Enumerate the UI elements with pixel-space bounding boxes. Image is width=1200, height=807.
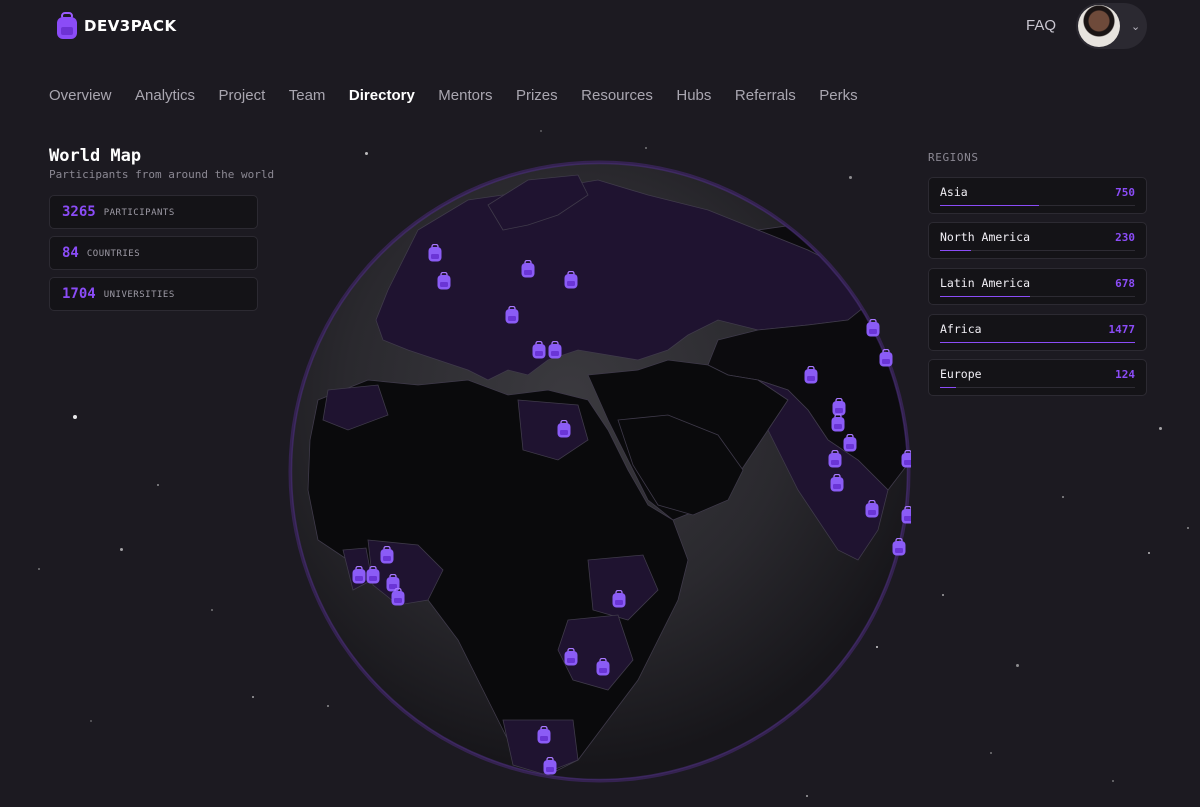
region-name: Europe <box>940 367 982 381</box>
stat-label: UNIVERSITIES <box>103 290 175 300</box>
faq-link[interactable]: FAQ <box>1026 17 1056 34</box>
nav-item-analytics[interactable]: Analytics <box>135 87 195 104</box>
backpack-icon <box>57 12 77 39</box>
region-name: Latin America <box>940 276 1031 290</box>
nav-item-mentors[interactable]: Mentors <box>438 87 492 104</box>
region-item-north-america[interactable]: North America 230 <box>928 222 1147 259</box>
region-progress-fill <box>940 205 1040 206</box>
region-item-asia[interactable]: Asia 750 <box>928 177 1147 214</box>
region-progress-track <box>940 342 1135 343</box>
world-globe[interactable] <box>288 160 911 783</box>
page-subtitle: Participants from around the world <box>49 168 275 181</box>
region-progress-fill <box>940 342 1135 343</box>
main-nav: Overview Analytics Project Team Director… <box>49 87 881 104</box>
region-progress-track <box>940 296 1135 297</box>
brand-name: DEV3PACK <box>84 17 177 35</box>
region-count: 750 <box>1115 186 1135 199</box>
region-progress-fill <box>940 250 972 251</box>
region-progress-track <box>940 250 1135 251</box>
stat-value: 84 <box>62 245 79 261</box>
region-name: Africa <box>940 322 982 336</box>
nav-item-prizes[interactable]: Prizes <box>516 87 558 104</box>
brand-logo[interactable]: DEV3PACK <box>56 12 177 40</box>
region-item-africa[interactable]: Africa 1477 <box>928 314 1147 351</box>
region-progress-track <box>940 205 1135 206</box>
stat-label: COUNTRIES <box>86 249 141 259</box>
stat-card-countries: 84 COUNTRIES <box>49 236 258 270</box>
stat-card-universities: 1704 UNIVERSITIES <box>49 277 258 311</box>
top-header: DEV3PACK FAQ ⌄ <box>0 0 1200 56</box>
nav-item-referrals[interactable]: Referrals <box>735 87 796 104</box>
region-item-europe[interactable]: Europe 124 <box>928 359 1147 396</box>
region-progress-track <box>940 387 1135 388</box>
page-title: World Map <box>49 146 142 166</box>
account-menu[interactable]: ⌄ <box>1076 3 1147 49</box>
stat-label: PARTICIPANTS <box>103 208 175 218</box>
nav-item-project[interactable]: Project <box>219 87 266 104</box>
region-name: Asia <box>940 185 968 199</box>
nav-item-directory[interactable]: Directory <box>349 87 415 104</box>
region-progress-fill <box>940 387 956 388</box>
chevron-down-icon[interactable]: ⌄ <box>1131 20 1140 33</box>
regions-heading: REGIONS <box>928 151 979 164</box>
region-count: 124 <box>1115 368 1135 381</box>
region-count: 230 <box>1115 231 1135 244</box>
nav-item-overview[interactable]: Overview <box>49 87 112 104</box>
nav-item-team[interactable]: Team <box>289 87 326 104</box>
avatar[interactable] <box>1078 5 1120 47</box>
region-item-latin-america[interactable]: Latin America 678 <box>928 268 1147 305</box>
nav-item-hubs[interactable]: Hubs <box>676 87 711 104</box>
region-progress-fill <box>940 296 1030 297</box>
stat-value: 3265 <box>62 204 96 220</box>
nav-item-resources[interactable]: Resources <box>581 87 653 104</box>
region-name: North America <box>940 230 1031 244</box>
stat-card-participants: 3265 PARTICIPANTS <box>49 195 258 229</box>
stat-value: 1704 <box>62 286 96 302</box>
nav-item-perks[interactable]: Perks <box>819 87 857 104</box>
region-count: 1477 <box>1108 323 1136 336</box>
region-count: 678 <box>1115 277 1135 290</box>
